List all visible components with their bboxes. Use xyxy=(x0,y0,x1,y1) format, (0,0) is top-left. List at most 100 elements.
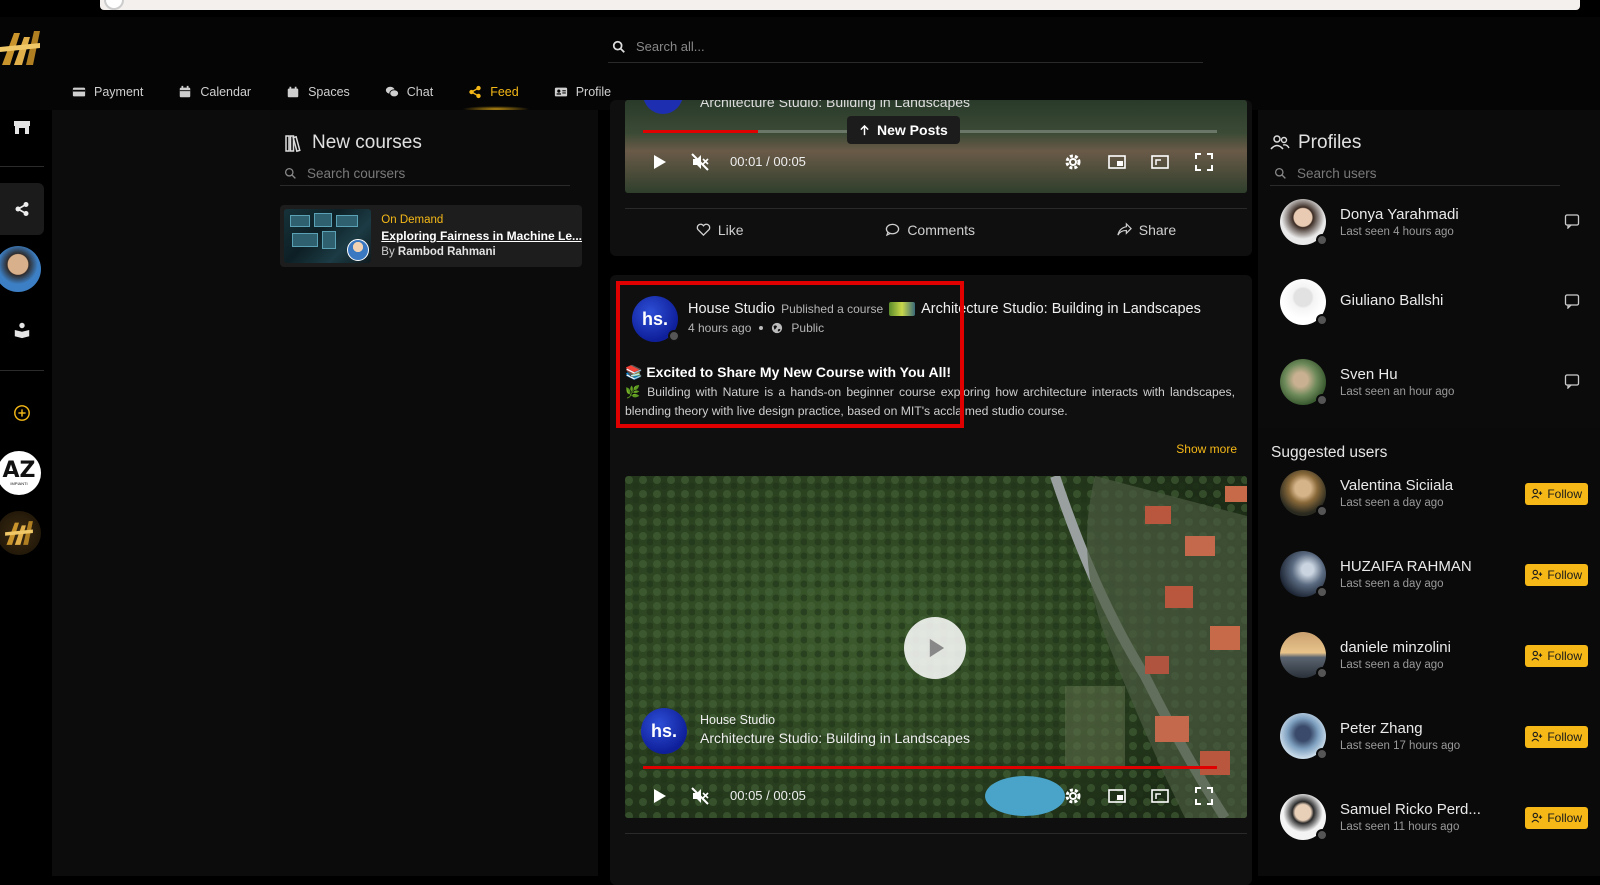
post-course-link[interactable]: Architecture Studio: Building in Landsca… xyxy=(921,301,1201,317)
gear-icon xyxy=(1065,154,1081,170)
show-more-link[interactable]: Show more xyxy=(1176,442,1237,456)
search-icon xyxy=(284,167,296,179)
new-courses-panel: New courses On Demand Exploring Fairness… xyxy=(270,110,598,876)
follow-button[interactable]: Follow xyxy=(1525,807,1588,829)
fullscreen-button[interactable] xyxy=(1194,152,1214,172)
like-button[interactable]: Like xyxy=(696,222,744,238)
left-empty-panel xyxy=(52,110,270,876)
settings-button[interactable] xyxy=(1063,786,1083,806)
profile-name: Samuel Ricko Perd... xyxy=(1340,801,1481,818)
mute-button[interactable] xyxy=(690,786,710,806)
course-author-avatar xyxy=(347,239,370,261)
theater-button[interactable] xyxy=(1150,152,1170,172)
suggested-user-item[interactable]: Samuel Ricko Perd... Last seen 11 hours a… xyxy=(1280,792,1588,842)
profiles-title: Profiles xyxy=(1270,132,1361,154)
rail-space-brand[interactable] xyxy=(0,510,44,556)
search-input[interactable] xyxy=(636,39,1156,54)
status-dot xyxy=(1316,314,1328,326)
message-icon[interactable] xyxy=(1564,213,1580,229)
rail-feed[interactable] xyxy=(0,183,44,235)
share-icon xyxy=(469,85,481,99)
browser-url-bar[interactable] xyxy=(100,0,1580,10)
new-posts-button[interactable]: New Posts xyxy=(847,116,960,144)
follow-button[interactable]: Follow xyxy=(1525,483,1588,505)
comments-button[interactable]: Comments xyxy=(885,222,975,238)
courses-search[interactable] xyxy=(280,162,570,186)
rail-store[interactable] xyxy=(0,112,44,142)
pip-button[interactable] xyxy=(1107,786,1127,806)
plus-circle-icon xyxy=(14,405,30,421)
id-card-icon xyxy=(554,87,567,97)
heart-icon xyxy=(696,223,711,237)
post-author-avatar[interactable]: hs. xyxy=(632,296,680,342)
tab-payment[interactable]: Payment xyxy=(60,75,166,109)
theater-mode-icon xyxy=(1151,155,1169,169)
users-search-input[interactable] xyxy=(1297,166,1537,181)
status-dot xyxy=(1316,586,1328,598)
video-play-overlay-button[interactable] xyxy=(904,617,966,679)
follow-button[interactable]: Follow xyxy=(1525,564,1588,586)
comments-label: Comments xyxy=(907,221,975,238)
course-title-link[interactable]: Exploring Fairness in Machine Le... xyxy=(381,229,582,243)
post-visibility[interactable]: Public xyxy=(791,321,824,335)
tab-spaces[interactable]: Spaces xyxy=(274,75,373,109)
course-card[interactable]: On Demand Exploring Fairness in Machine … xyxy=(280,205,582,267)
users-search[interactable] xyxy=(1270,162,1560,186)
profile-item[interactable]: Giuliano Ballshi xyxy=(1280,277,1580,327)
suggested-user-item[interactable]: daniele minzolini Last seen a day ago Fol… xyxy=(1280,630,1588,680)
follow-button[interactable]: Follow xyxy=(1525,645,1588,667)
post-author-name[interactable]: House Studio xyxy=(688,301,775,317)
video-progress-bar[interactable] xyxy=(643,766,1217,769)
user-plus-icon xyxy=(1531,731,1543,742)
profile-item[interactable]: Sven Hu Last seen an hour ago xyxy=(1280,357,1580,407)
pip-button[interactable] xyxy=(1107,152,1127,172)
suggested-user-item[interactable]: Valentina Siciiala Last seen a day ago Fo… xyxy=(1280,468,1588,518)
status-dot xyxy=(1316,394,1328,406)
feed-column: Architecture Studio: Building in Landsca… xyxy=(598,100,1258,885)
suggested-users-section: Suggested users Valentina Siciiala Last s… xyxy=(1258,428,1600,876)
post-header-line: House Studio Published a course Architec… xyxy=(688,301,1201,317)
brand-logo-icon[interactable] xyxy=(0,25,40,71)
comment-icon xyxy=(886,223,900,237)
video-player[interactable]: hs. House Studio Architecture Studio: Bu… xyxy=(625,476,1247,818)
course-author[interactable]: Rambod Rahmani xyxy=(398,246,496,258)
play-button[interactable] xyxy=(649,786,669,806)
play-button[interactable] xyxy=(649,152,669,172)
muted-speaker-icon xyxy=(691,153,709,171)
global-search[interactable] xyxy=(608,31,1203,63)
share-button[interactable]: Share xyxy=(1117,222,1176,238)
tab-label: Spaces xyxy=(308,85,350,99)
rail-add-space[interactable] xyxy=(0,401,44,425)
tab-calendar[interactable]: Calendar xyxy=(166,75,274,109)
suggested-user-item[interactable]: Peter Zhang Last seen 17 hours ago Follow xyxy=(1280,711,1588,761)
status-dot xyxy=(1316,829,1328,841)
globe-icon xyxy=(772,322,783,334)
fullscreen-button[interactable] xyxy=(1194,786,1214,806)
rail-space-az[interactable]: AZ IMPIANTI xyxy=(0,450,44,496)
courses-search-input[interactable] xyxy=(307,166,547,181)
settings-button[interactable] xyxy=(1063,152,1083,172)
spaces-icon xyxy=(287,86,299,98)
credit-card-icon xyxy=(72,87,86,97)
tab-label: Calendar xyxy=(200,85,252,99)
theater-button[interactable] xyxy=(1150,786,1170,806)
suggested-user-item[interactable]: HUZAIFA RAHMAN Last seen a day ago Follow xyxy=(1280,549,1588,599)
follow-button[interactable]: Follow xyxy=(1525,726,1588,748)
video-player-previous[interactable]: Architecture Studio: Building in Landsca… xyxy=(625,100,1247,193)
rail-user-avatar[interactable] xyxy=(0,246,44,292)
profile-item[interactable]: Donya Yarahmadi Last seen 4 hours ago xyxy=(1280,197,1580,247)
video-time: 00:01 / 00:05 xyxy=(730,154,806,169)
rail-courses[interactable] xyxy=(0,318,44,342)
profile-name: daniele minzolini xyxy=(1340,639,1451,656)
course-thumb-icon xyxy=(889,302,916,316)
message-icon[interactable] xyxy=(1564,293,1580,309)
picture-in-picture-icon xyxy=(1108,155,1126,169)
play-icon xyxy=(654,155,666,169)
message-icon[interactable] xyxy=(1564,373,1580,389)
video-overlay-avatar xyxy=(643,100,683,114)
picture-in-picture-icon xyxy=(1108,789,1126,803)
mute-button[interactable] xyxy=(690,152,710,172)
tab-chat[interactable]: Chat xyxy=(373,75,456,109)
avatar xyxy=(1280,713,1328,760)
tab-feed[interactable]: Feed xyxy=(456,75,542,112)
